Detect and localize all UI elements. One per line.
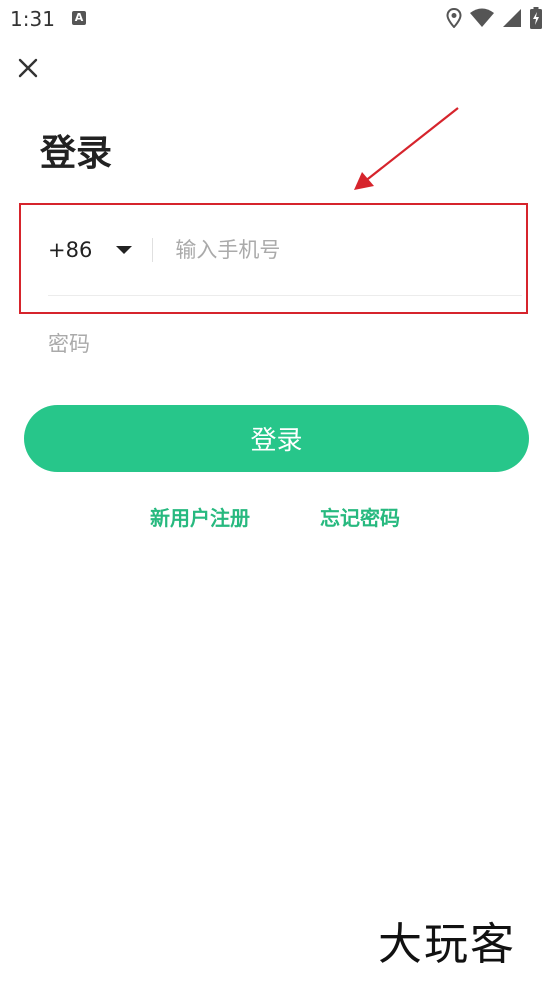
phone-divider (152, 238, 154, 262)
phone-underline (48, 295, 522, 296)
register-link[interactable]: 新用户注册 (150, 504, 250, 532)
status-icons (446, 7, 542, 29)
login-button[interactable]: 登录 (24, 405, 529, 472)
password-input[interactable] (48, 326, 518, 362)
forgot-password-link[interactable]: 忘记密码 (320, 504, 400, 532)
annotation-arrow-icon (354, 107, 459, 190)
country-code-value: +86 (48, 238, 93, 262)
notification-a-icon: A (72, 11, 86, 25)
watermark-logo: 大玩客 (378, 919, 516, 970)
battery-charging-icon (530, 7, 542, 29)
phone-row: +86 (48, 222, 522, 278)
close-icon (18, 58, 38, 82)
status-bar: 1:31 A (0, 0, 554, 38)
location-icon (446, 8, 462, 28)
close-button[interactable] (14, 56, 42, 84)
caret-down-icon (116, 246, 133, 254)
country-code-selector[interactable]: +86 (48, 222, 133, 278)
signal-icon (502, 8, 522, 28)
phone-input[interactable] (175, 238, 506, 262)
wifi-icon (470, 8, 494, 28)
page-title: 登录 (40, 133, 113, 174)
status-time: 1:31 (10, 7, 55, 31)
